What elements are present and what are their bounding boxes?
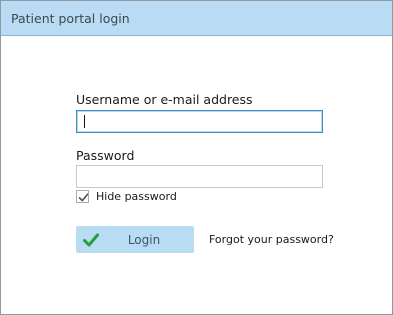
login-window: Patient portal login Username or e-mail …	[0, 0, 393, 315]
title-bar: Patient portal login	[1, 1, 392, 36]
username-input[interactable]	[76, 110, 323, 133]
hide-password-checkbox[interactable]	[76, 190, 89, 203]
text-caret	[84, 115, 85, 128]
login-button[interactable]: Login	[76, 226, 194, 253]
checkmark-icon	[78, 193, 89, 202]
username-label: Username or e-mail address	[76, 92, 253, 107]
window-title: Patient portal login	[11, 11, 130, 26]
password-label: Password	[76, 148, 135, 163]
password-input[interactable]	[76, 165, 323, 188]
login-button-label: Login	[127, 233, 161, 247]
hide-password-label: Hide password	[96, 190, 177, 203]
forgot-password-link[interactable]: Forgot your password?	[209, 233, 334, 247]
